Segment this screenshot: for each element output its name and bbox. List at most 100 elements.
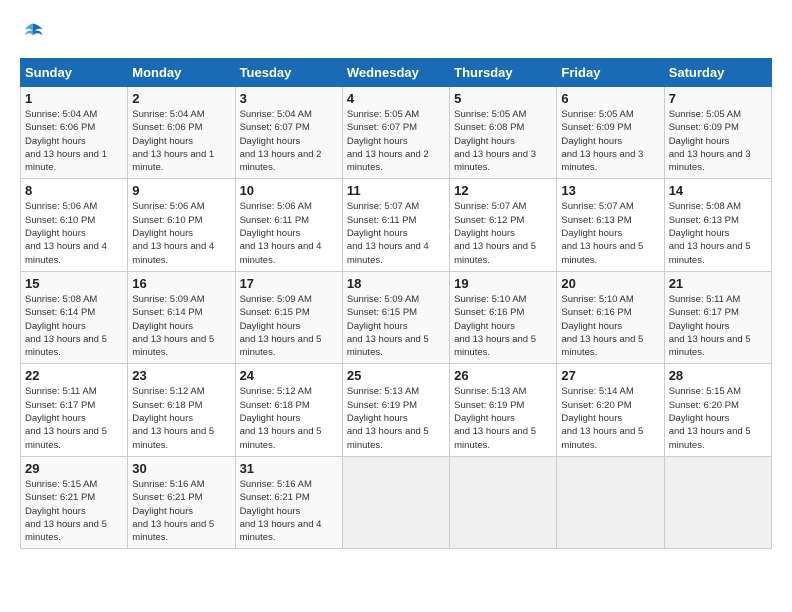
calendar-cell: 10 Sunrise: 5:06 AM Sunset: 6:11 PM Dayl… <box>235 179 342 271</box>
calendar-cell: 25 Sunrise: 5:13 AM Sunset: 6:19 PM Dayl… <box>342 364 449 456</box>
day-header-saturday: Saturday <box>664 59 771 87</box>
calendar-cell <box>342 456 449 548</box>
calendar-week-row: 1 Sunrise: 5:04 AM Sunset: 6:06 PM Dayli… <box>21 87 772 179</box>
day-info: Sunrise: 5:10 AM Sunset: 6:16 PM Dayligh… <box>561 293 659 359</box>
calendar-cell: 13 Sunrise: 5:07 AM Sunset: 6:13 PM Dayl… <box>557 179 664 271</box>
day-number: 2 <box>132 91 230 106</box>
calendar-cell: 22 Sunrise: 5:11 AM Sunset: 6:17 PM Dayl… <box>21 364 128 456</box>
calendar-cell: 12 Sunrise: 5:07 AM Sunset: 6:12 PM Dayl… <box>450 179 557 271</box>
day-info: Sunrise: 5:09 AM Sunset: 6:15 PM Dayligh… <box>240 293 338 359</box>
day-info: Sunrise: 5:14 AM Sunset: 6:20 PM Dayligh… <box>561 385 659 451</box>
calendar-week-row: 29 Sunrise: 5:15 AM Sunset: 6:21 PM Dayl… <box>21 456 772 548</box>
calendar-cell: 18 Sunrise: 5:09 AM Sunset: 6:15 PM Dayl… <box>342 271 449 363</box>
day-info: Sunrise: 5:06 AM Sunset: 6:10 PM Dayligh… <box>132 200 230 266</box>
day-info: Sunrise: 5:15 AM Sunset: 6:21 PM Dayligh… <box>25 478 123 544</box>
day-info: Sunrise: 5:07 AM Sunset: 6:11 PM Dayligh… <box>347 200 445 266</box>
day-info: Sunrise: 5:07 AM Sunset: 6:12 PM Dayligh… <box>454 200 552 266</box>
day-number: 7 <box>669 91 767 106</box>
calendar-cell: 11 Sunrise: 5:07 AM Sunset: 6:11 PM Dayl… <box>342 179 449 271</box>
day-info: Sunrise: 5:15 AM Sunset: 6:20 PM Dayligh… <box>669 385 767 451</box>
calendar-cell: 9 Sunrise: 5:06 AM Sunset: 6:10 PM Dayli… <box>128 179 235 271</box>
calendar-header-row: SundayMondayTuesdayWednesdayThursdayFrid… <box>21 59 772 87</box>
calendar-week-row: 15 Sunrise: 5:08 AM Sunset: 6:14 PM Dayl… <box>21 271 772 363</box>
day-info: Sunrise: 5:09 AM Sunset: 6:14 PM Dayligh… <box>132 293 230 359</box>
day-info: Sunrise: 5:10 AM Sunset: 6:16 PM Dayligh… <box>454 293 552 359</box>
day-number: 10 <box>240 183 338 198</box>
calendar-cell: 29 Sunrise: 5:15 AM Sunset: 6:21 PM Dayl… <box>21 456 128 548</box>
day-number: 24 <box>240 368 338 383</box>
day-header-monday: Monday <box>128 59 235 87</box>
day-number: 12 <box>454 183 552 198</box>
calendar-cell: 16 Sunrise: 5:09 AM Sunset: 6:14 PM Dayl… <box>128 271 235 363</box>
calendar-cell: 28 Sunrise: 5:15 AM Sunset: 6:20 PM Dayl… <box>664 364 771 456</box>
day-info: Sunrise: 5:12 AM Sunset: 6:18 PM Dayligh… <box>240 385 338 451</box>
day-number: 18 <box>347 276 445 291</box>
calendar-week-row: 22 Sunrise: 5:11 AM Sunset: 6:17 PM Dayl… <box>21 364 772 456</box>
calendar-cell: 21 Sunrise: 5:11 AM Sunset: 6:17 PM Dayl… <box>664 271 771 363</box>
calendar-cell: 17 Sunrise: 5:09 AM Sunset: 6:15 PM Dayl… <box>235 271 342 363</box>
day-info: Sunrise: 5:06 AM Sunset: 6:11 PM Dayligh… <box>240 200 338 266</box>
day-info: Sunrise: 5:13 AM Sunset: 6:19 PM Dayligh… <box>454 385 552 451</box>
day-number: 11 <box>347 183 445 198</box>
calendar-cell: 31 Sunrise: 5:16 AM Sunset: 6:21 PM Dayl… <box>235 456 342 548</box>
day-info: Sunrise: 5:05 AM Sunset: 6:09 PM Dayligh… <box>669 108 767 174</box>
day-number: 16 <box>132 276 230 291</box>
day-number: 29 <box>25 461 123 476</box>
calendar-cell: 4 Sunrise: 5:05 AM Sunset: 6:07 PM Dayli… <box>342 87 449 179</box>
day-number: 27 <box>561 368 659 383</box>
day-number: 21 <box>669 276 767 291</box>
day-number: 19 <box>454 276 552 291</box>
calendar-cell: 30 Sunrise: 5:16 AM Sunset: 6:21 PM Dayl… <box>128 456 235 548</box>
calendar-body: 1 Sunrise: 5:04 AM Sunset: 6:06 PM Dayli… <box>21 87 772 549</box>
day-number: 28 <box>669 368 767 383</box>
day-number: 6 <box>561 91 659 106</box>
day-number: 5 <box>454 91 552 106</box>
day-info: Sunrise: 5:12 AM Sunset: 6:18 PM Dayligh… <box>132 385 230 451</box>
calendar-cell: 7 Sunrise: 5:05 AM Sunset: 6:09 PM Dayli… <box>664 87 771 179</box>
day-number: 26 <box>454 368 552 383</box>
day-info: Sunrise: 5:09 AM Sunset: 6:15 PM Dayligh… <box>347 293 445 359</box>
day-number: 1 <box>25 91 123 106</box>
day-info: Sunrise: 5:08 AM Sunset: 6:13 PM Dayligh… <box>669 200 767 266</box>
day-info: Sunrise: 5:04 AM Sunset: 6:06 PM Dayligh… <box>25 108 123 174</box>
day-info: Sunrise: 5:05 AM Sunset: 6:07 PM Dayligh… <box>347 108 445 174</box>
day-info: Sunrise: 5:13 AM Sunset: 6:19 PM Dayligh… <box>347 385 445 451</box>
day-info: Sunrise: 5:04 AM Sunset: 6:07 PM Dayligh… <box>240 108 338 174</box>
calendar-cell: 8 Sunrise: 5:06 AM Sunset: 6:10 PM Dayli… <box>21 179 128 271</box>
calendar-cell: 23 Sunrise: 5:12 AM Sunset: 6:18 PM Dayl… <box>128 364 235 456</box>
calendar-cell: 27 Sunrise: 5:14 AM Sunset: 6:20 PM Dayl… <box>557 364 664 456</box>
day-number: 17 <box>240 276 338 291</box>
calendar-cell <box>664 456 771 548</box>
day-info: Sunrise: 5:06 AM Sunset: 6:10 PM Dayligh… <box>25 200 123 266</box>
calendar-cell: 3 Sunrise: 5:04 AM Sunset: 6:07 PM Dayli… <box>235 87 342 179</box>
day-number: 9 <box>132 183 230 198</box>
day-number: 20 <box>561 276 659 291</box>
day-info: Sunrise: 5:05 AM Sunset: 6:08 PM Dayligh… <box>454 108 552 174</box>
day-info: Sunrise: 5:11 AM Sunset: 6:17 PM Dayligh… <box>25 385 123 451</box>
calendar-table: SundayMondayTuesdayWednesdayThursdayFrid… <box>20 58 772 549</box>
calendar-cell: 5 Sunrise: 5:05 AM Sunset: 6:08 PM Dayli… <box>450 87 557 179</box>
calendar-cell <box>557 456 664 548</box>
day-number: 13 <box>561 183 659 198</box>
day-number: 14 <box>669 183 767 198</box>
calendar-cell: 24 Sunrise: 5:12 AM Sunset: 6:18 PM Dayl… <box>235 364 342 456</box>
day-header-friday: Friday <box>557 59 664 87</box>
calendar-cell: 19 Sunrise: 5:10 AM Sunset: 6:16 PM Dayl… <box>450 271 557 363</box>
calendar-cell: 15 Sunrise: 5:08 AM Sunset: 6:14 PM Dayl… <box>21 271 128 363</box>
day-info: Sunrise: 5:05 AM Sunset: 6:09 PM Dayligh… <box>561 108 659 174</box>
day-header-tuesday: Tuesday <box>235 59 342 87</box>
calendar-cell: 6 Sunrise: 5:05 AM Sunset: 6:09 PM Dayli… <box>557 87 664 179</box>
day-number: 3 <box>240 91 338 106</box>
day-info: Sunrise: 5:08 AM Sunset: 6:14 PM Dayligh… <box>25 293 123 359</box>
day-number: 23 <box>132 368 230 383</box>
day-info: Sunrise: 5:04 AM Sunset: 6:06 PM Dayligh… <box>132 108 230 174</box>
day-number: 15 <box>25 276 123 291</box>
day-info: Sunrise: 5:16 AM Sunset: 6:21 PM Dayligh… <box>132 478 230 544</box>
calendar-cell: 2 Sunrise: 5:04 AM Sunset: 6:06 PM Dayli… <box>128 87 235 179</box>
day-info: Sunrise: 5:16 AM Sunset: 6:21 PM Dayligh… <box>240 478 338 544</box>
calendar-cell: 1 Sunrise: 5:04 AM Sunset: 6:06 PM Dayli… <box>21 87 128 179</box>
day-number: 25 <box>347 368 445 383</box>
day-number: 4 <box>347 91 445 106</box>
day-number: 30 <box>132 461 230 476</box>
day-info: Sunrise: 5:07 AM Sunset: 6:13 PM Dayligh… <box>561 200 659 266</box>
